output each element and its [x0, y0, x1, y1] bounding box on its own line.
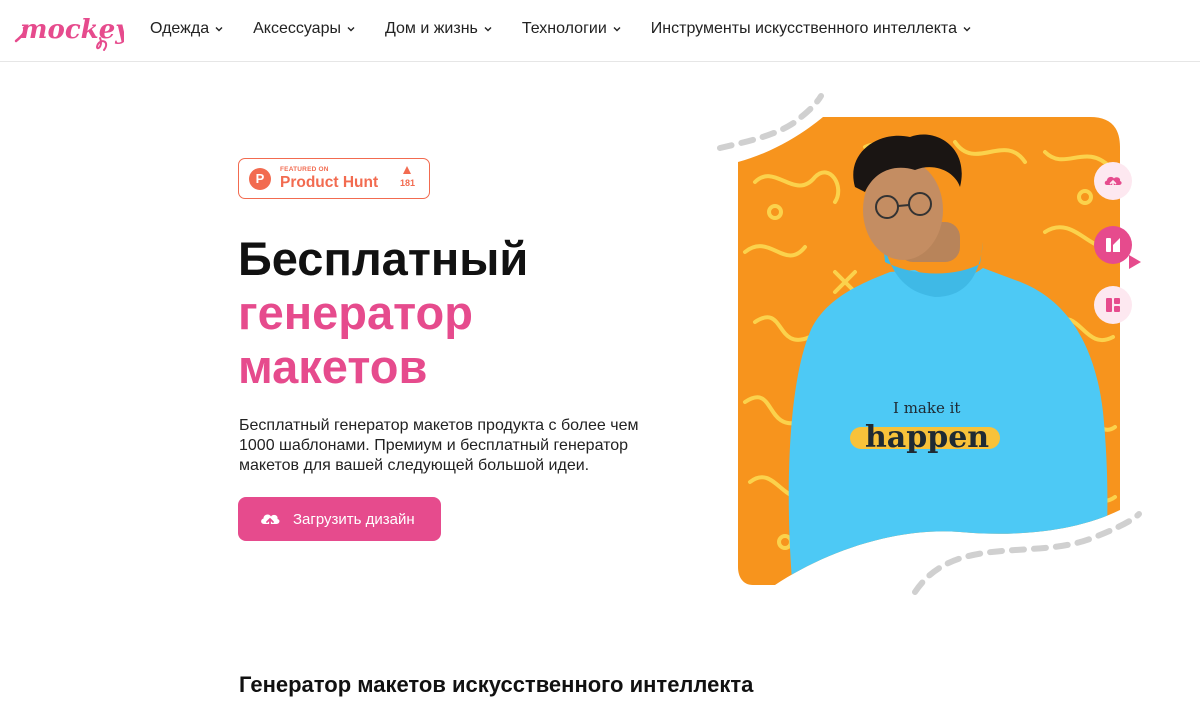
menu-item-technology[interactable]: Технологии [522, 20, 622, 38]
menu-item-clothing[interactable]: Одежда [150, 20, 224, 38]
menu-item-label: Инструменты искусственного интеллекта [650, 20, 957, 37]
title-line-2: генератор [238, 286, 473, 339]
menu-item-label: Технологии [521, 20, 607, 37]
upload-cloud-icon [261, 514, 280, 528]
page-title: Бесплатный генератор макетов [238, 232, 528, 394]
product-hunt-featured-label: FEATURED ON [280, 165, 329, 173]
shirt-print-line-1: I make it [893, 399, 960, 417]
side-layout-button[interactable] [1094, 286, 1132, 324]
upvote-icon [403, 166, 412, 174]
product-hunt-badge[interactable]: P FEATURED ON Product Hunt 181 [238, 158, 430, 199]
side-template-button[interactable] [1094, 226, 1132, 264]
cursor-pointer-icon [1129, 255, 1141, 269]
template-icon [1106, 238, 1120, 252]
logo-text: mockey [20, 15, 124, 45]
shirt-print-line-2: happen [865, 420, 989, 455]
product-hunt-votes: 181 [400, 166, 415, 188]
menu-item-label: Дом и жизнь [384, 20, 478, 37]
side-upload-button[interactable] [1094, 162, 1132, 200]
product-hunt-vote-count: 181 [399, 178, 415, 188]
product-hunt-icon: P [249, 167, 271, 190]
upload-cloud-icon [1104, 176, 1122, 189]
chevron-down-icon [215, 27, 223, 32]
mockey-logo[interactable]: mockey [12, 8, 124, 54]
menu-item-accessories[interactable]: Аксессуары [253, 20, 356, 38]
menu-item-ai-tools[interactable]: Инструменты искусственного интеллекта [651, 20, 972, 38]
main-menu: Одежда Аксессуары Дом и жизнь Технологии… [150, 0, 1001, 58]
top-navigation: mockey Одежда Аксессуары Дом и жизнь Тех… [0, 0, 1200, 62]
section-title: Генератор макетов искусственного интелле… [239, 672, 754, 697]
menu-item-label: Одежда [150, 20, 210, 37]
layout-grid-icon [1106, 298, 1120, 312]
hero-illustration: I make it happen [717, 93, 1142, 595]
product-hunt-name: Product Hunt [280, 174, 379, 191]
chevron-down-icon [347, 27, 355, 32]
chevron-down-icon [613, 27, 621, 32]
upload-design-label: Загрузить дизайн [293, 510, 415, 528]
menu-item-label: Аксессуары [253, 20, 341, 37]
hero-description: Бесплатный генератор макетов продукта с … [239, 417, 639, 474]
menu-item-home-living[interactable]: Дом и жизнь [385, 20, 493, 38]
title-line-3: макетов [238, 340, 428, 393]
chevron-down-icon [484, 27, 492, 32]
upload-design-button[interactable]: Загрузить дизайн [238, 497, 441, 541]
hero-image: I make it happen [715, 92, 1145, 612]
title-line-1: Бесплатный [238, 232, 529, 285]
chevron-down-icon [963, 27, 971, 32]
